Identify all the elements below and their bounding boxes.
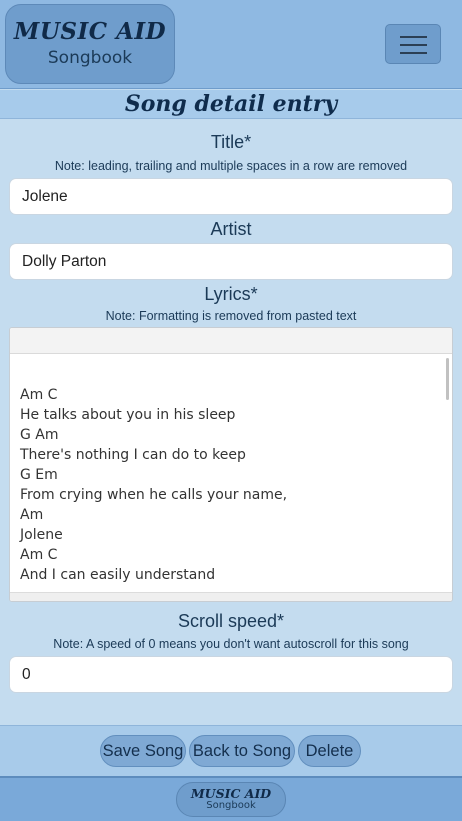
lyrics-line: And I can easily understand [20,567,216,583]
lyrics-line: G Em [20,467,58,483]
scroll-speed-label: Scroll speed* [177,611,285,631]
app-header: MUSIC AID Songbook [0,0,462,89]
logo-subtitle: Songbook [47,48,133,68]
back-to-song-button[interactable]: Back to Song [189,735,295,767]
scrollbar-thumb[interactable] [446,358,449,400]
scroll-speed-input[interactable]: 0 [9,656,453,693]
page-title: Song detail entry [124,91,338,117]
scroll-speed-note: Note: A speed of 0 means you don't want … [53,637,409,651]
lyrics-line: He talks about you in his sleep [20,407,236,423]
artist-input[interactable]: Dolly Parton [9,243,453,280]
menu-bar [400,36,427,38]
footer-logo[interactable]: MUSIC AID Songbook [176,782,286,817]
lyrics-line: Am C [20,547,58,563]
hamburger-icon[interactable] [385,24,441,64]
footer-logo-subtitle: Songbook [206,800,256,811]
title-input[interactable]: Jolene [9,178,453,215]
footer-logo-title: MUSIC AID [190,786,272,801]
editor-bottom-bar [10,592,452,601]
artist-label: Artist [210,219,252,239]
lyrics-line: Jolene [20,527,63,543]
lyrics-line: G Am [20,427,59,443]
lyrics-line: Am [20,507,44,523]
lyrics-line: There's nothing I can do to keep [20,447,246,463]
lyrics-line: Am C [20,387,58,403]
menu-bar [400,52,427,54]
lyrics-label: Lyrics* [204,284,258,304]
lyrics-note: Note: Formatting is removed from pasted … [105,309,357,323]
menu-bar [400,44,427,46]
lyrics-line: From crying when he calls your name, [20,487,288,503]
app-logo[interactable]: MUSIC AID Songbook [5,4,175,84]
editor-toolbar [10,328,452,354]
logo-title: MUSIC AID [13,18,167,45]
delete-button[interactable]: Delete [298,735,361,767]
title-note: Note: leading, trailing and multiple spa… [54,159,408,173]
lyrics-editor[interactable]: Am C He talks about you in his sleep G A… [9,327,453,602]
title-label: Title* [210,132,252,152]
save-song-button[interactable]: Save Song [100,735,186,767]
lyrics-text[interactable]: Am C He talks about you in his sleep G A… [20,385,440,585]
